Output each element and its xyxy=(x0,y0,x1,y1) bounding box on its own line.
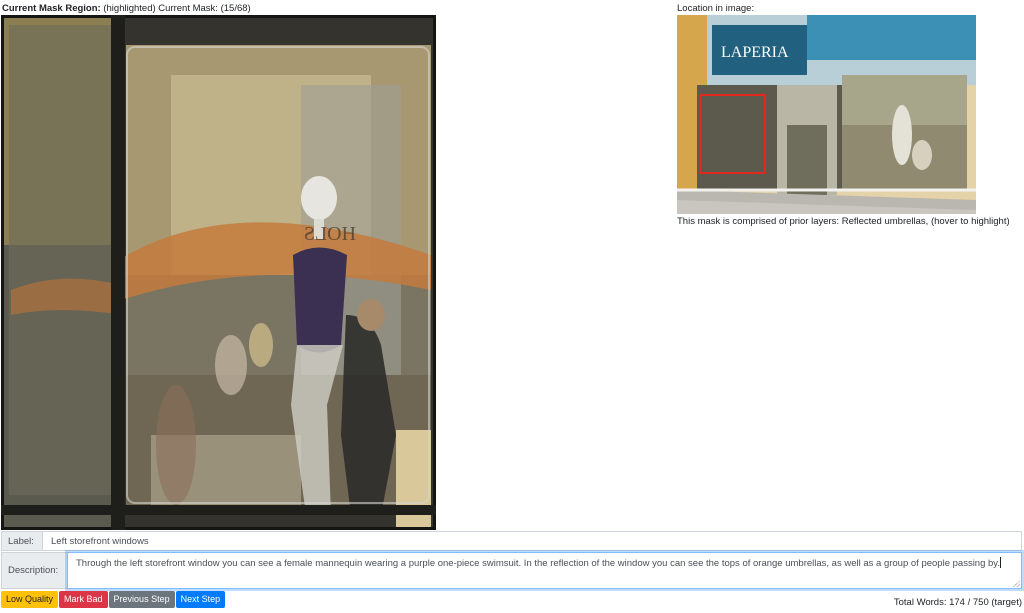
storefront-sign-text: LAPERIA xyxy=(721,44,789,61)
reflection-sign-text: HOLS xyxy=(304,223,356,245)
label-input[interactable]: Left storefront windows xyxy=(42,531,1022,551)
location-thumbnail: LAPERIA xyxy=(677,15,976,214)
mask-region-status: (highlighted) xyxy=(103,3,156,14)
mark-bad-button[interactable]: Mark Bad xyxy=(59,591,108,608)
description-text: Through the left storefront window you c… xyxy=(76,558,1000,569)
label-addon: Label: xyxy=(1,531,42,551)
storefront-window-illustration: HOLS xyxy=(1,15,436,530)
total-words-counter: Total Words: 174 / 750 (target) xyxy=(893,597,1022,608)
mask-region-label: Current Mask Region: xyxy=(2,3,101,14)
text-caret xyxy=(999,557,1001,568)
description-textarea[interactable]: Through the left storefront window you c… xyxy=(67,552,1022,589)
label-input-group: Label: Left storefront windows xyxy=(1,531,1022,551)
action-buttons: Low Quality Mark Bad Previous Step Next … xyxy=(1,591,226,608)
current-mask-counter: Current Mask: (15/68) xyxy=(158,3,251,14)
storefront-overview-illustration: LAPERIA xyxy=(677,15,976,214)
resize-handle[interactable] xyxy=(1013,580,1020,587)
low-quality-button[interactable]: Low Quality xyxy=(1,591,59,608)
prior-layers-note[interactable]: This mask is comprised of prior layers: … xyxy=(677,216,1010,227)
location-title: Location in image: xyxy=(677,3,755,14)
mask-header: Current Mask Region: (highlighted) Curre… xyxy=(2,3,251,14)
mask-region-image: HOLS xyxy=(1,15,436,530)
description-addon: Description: xyxy=(1,552,67,589)
previous-step-button[interactable]: Previous Step xyxy=(108,591,175,608)
next-step-button[interactable]: Next Step xyxy=(175,591,226,608)
description-input-group: Description: Through the left storefront… xyxy=(1,552,1022,589)
